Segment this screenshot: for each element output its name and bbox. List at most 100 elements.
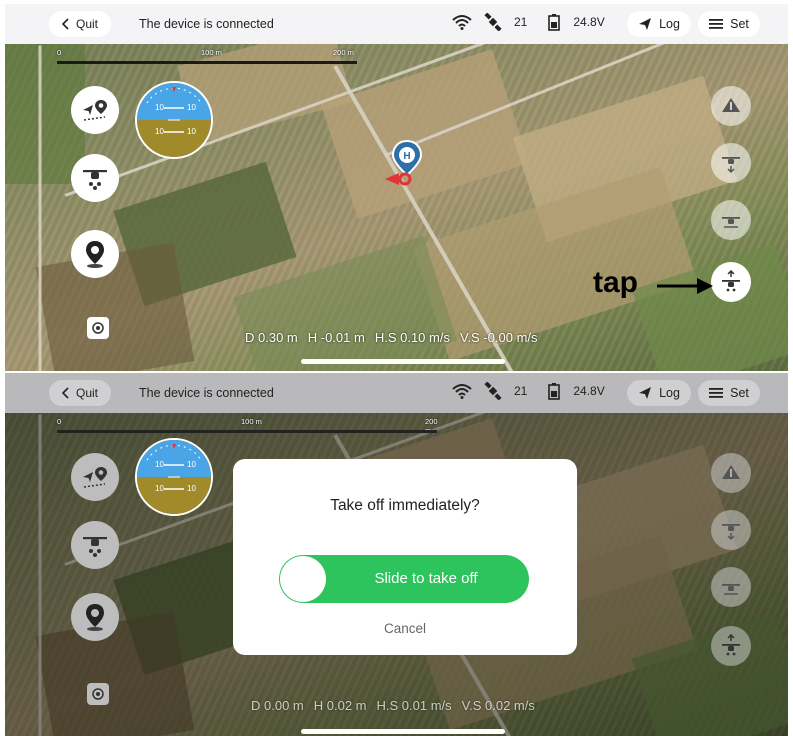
top-bar: Quit The device is connected 21 24.8V Lo… [5,373,788,413]
land-icon [722,157,740,174]
cancel-button[interactable]: Cancel [233,621,577,636]
status-indicators: 21 24.8V [452,13,605,31]
target-icon [92,322,104,334]
locate-button[interactable] [87,317,109,339]
battery-icon [548,14,561,31]
home-indicator[interactable] [301,359,505,364]
drone-status-button[interactable] [71,521,119,569]
satellite-count: 21 [514,384,528,398]
land-icon [722,524,740,541]
quit-button[interactable]: Quit [49,380,111,406]
slide-to-takeoff-slider[interactable]: Slide to take off [279,555,529,603]
screenshot-panel-before: H Quit The device is connected 21 24.8V … [5,4,788,371]
scale-line [57,430,437,433]
return-home-icon [722,98,740,112]
telemetry-vertical-speed: V.S -0.00 m/s [459,330,538,345]
scale-tick-100: 100 m [201,48,222,57]
menu-icon [709,388,724,398]
route-button[interactable] [71,86,119,134]
hover-icon [722,584,740,595]
status-indicators: 21 24.8V [452,382,605,400]
tap-annotation: tap [593,266,638,299]
home-marker-icon: H [385,139,423,186]
log-button[interactable]: Log [627,11,691,37]
takeoff-button[interactable] [711,262,751,302]
telemetry-height: H -0.01 m [307,330,365,345]
scale-line [57,61,357,64]
location-pin-icon [86,241,104,268]
route-button[interactable] [71,453,119,501]
menu-icon [709,19,724,29]
scale-tick-200: 200 m [333,48,354,57]
telemetry-readout: D 0.00 m H 0.02 m H.S 0.01 m/s V.S 0.02 … [251,698,535,713]
location-button[interactable] [71,230,119,278]
takeoff-button[interactable] [711,626,751,666]
telemetry-horizontal-speed: H.S 0.01 m/s [376,698,452,713]
log-label: Log [659,386,680,400]
drone-status-button[interactable] [71,154,119,202]
drone-icon [83,537,107,557]
return-home-button[interactable] [711,453,751,493]
set-button[interactable]: Set [698,380,760,406]
dialog-title: Take off immediately? [330,497,480,514]
set-label: Set [730,17,749,31]
telemetry-distance: D 0.00 m [251,698,304,713]
pitch-upper-left: 10 [155,460,164,469]
log-label: Log [659,17,680,31]
log-button[interactable]: Log [627,380,691,406]
send-arrow-icon [639,18,652,30]
target-icon [92,688,104,700]
top-bar: Quit The device is connected 21 24.8V Lo… [5,4,788,44]
hover-button[interactable] [711,567,751,607]
scale-tick-0: 0 [57,417,62,426]
slider-knob[interactable] [280,556,326,602]
route-icon [83,467,107,488]
hover-button[interactable] [711,200,751,240]
attitude-indicator: 10 10 10 10 [135,438,213,516]
chevron-left-icon [61,18,69,30]
telemetry-vertical-speed: V.S 0.02 m/s [461,698,535,713]
telemetry-height: H 0.02 m [313,698,367,713]
location-pin-icon [86,604,104,631]
wifi-icon [452,384,472,399]
pitch-upper-right: 10 [187,103,196,112]
battery-icon [548,383,561,400]
location-button[interactable] [71,593,119,641]
battery-voltage: 24.8V [573,384,605,398]
arrow-right-icon [657,278,713,294]
satellite-count: 21 [514,15,528,29]
hover-icon [722,217,740,228]
takeoff-dialog: Take off immediately? Slide to take off … [233,459,577,655]
attitude-indicator: 10 10 10 10 [135,81,213,159]
set-button[interactable]: Set [698,11,760,37]
wifi-icon [452,15,472,30]
chevron-left-icon [61,387,69,399]
telemetry-horizontal-speed: H.S 0.10 m/s [374,330,450,345]
pitch-upper-left: 10 [155,103,164,112]
connection-status: The device is connected [139,386,274,400]
send-arrow-icon [639,387,652,399]
drone-icon [83,170,107,190]
home-indicator[interactable] [301,729,505,734]
satellite-icon [484,13,502,31]
return-home-button[interactable] [711,86,751,126]
takeoff-icon [722,270,740,292]
telemetry-distance: D 0.30 m [245,330,298,345]
pitch-lower-left: 10 [155,127,164,136]
svg-text:H: H [403,151,410,162]
battery-voltage: 24.8V [573,15,605,29]
land-button[interactable] [711,510,751,550]
satellite-icon [484,382,502,400]
scale-tick-100: 100 m [241,417,262,426]
locate-button[interactable] [87,683,109,705]
connection-status: The device is connected [139,17,274,31]
land-button[interactable] [711,143,751,183]
screenshot-panel-after: Quit The device is connected 21 24.8V Lo… [5,373,788,736]
return-home-icon [722,465,740,479]
pitch-lower-right: 10 [187,484,196,493]
takeoff-icon [722,634,740,656]
quit-button[interactable]: Quit [49,11,111,37]
map-scale-bar: 0 100 m 200 m [57,48,377,64]
map-scale-bar: 0 100 m 200 m [57,417,438,435]
quit-label: Quit [75,17,98,31]
